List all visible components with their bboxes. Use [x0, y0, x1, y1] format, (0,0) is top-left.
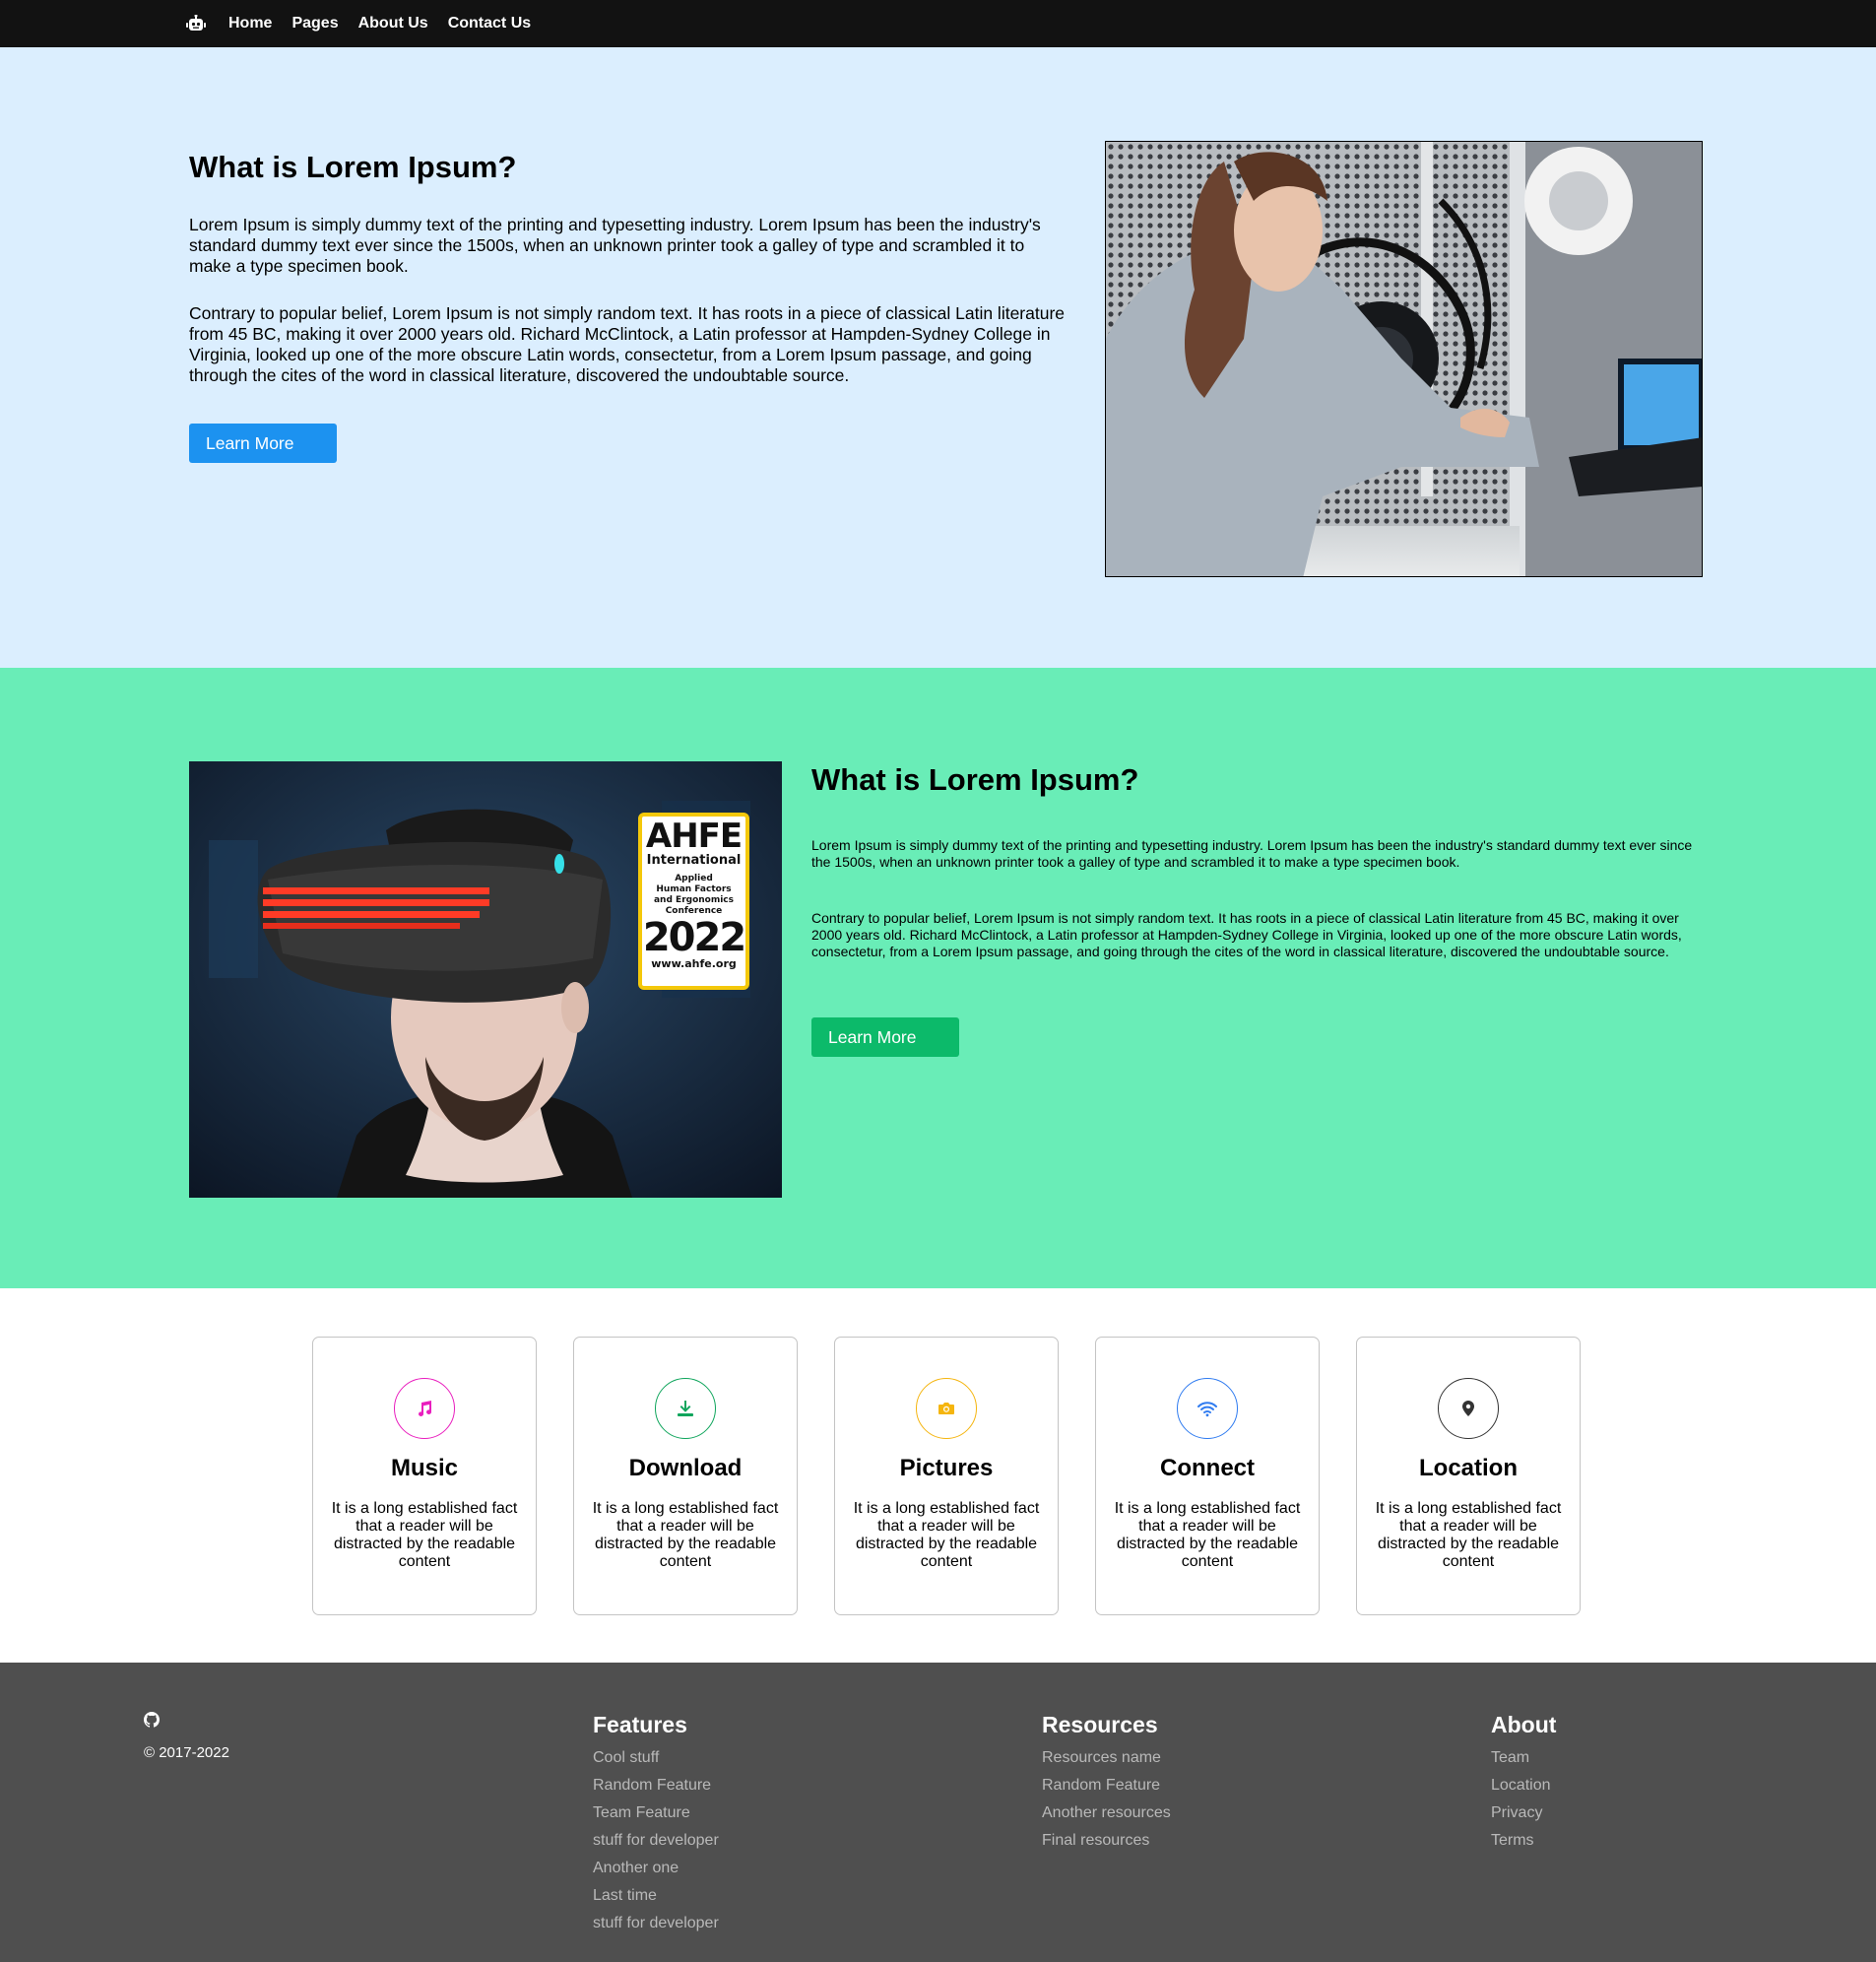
- music-note-icon: [394, 1378, 455, 1439]
- nav-link-about-us[interactable]: About Us: [358, 15, 428, 33]
- hero-1-text: What is Lorem Ipsum? Lorem Ipsum is simp…: [189, 150, 1066, 463]
- footer-column-resources: Resources Resources name Random Feature …: [1042, 1712, 1171, 1855]
- feature-card-location[interactable]: Location It is a long established fact t…: [1356, 1337, 1581, 1615]
- feature-card-connect[interactable]: Connect It is a long established fact th…: [1095, 1337, 1320, 1615]
- feature-card-title: Location: [1419, 1455, 1518, 1481]
- nav-link-pages[interactable]: Pages: [291, 15, 338, 33]
- footer-link[interactable]: Location: [1491, 1772, 1556, 1799]
- footer-link[interactable]: Team Feature: [593, 1799, 719, 1827]
- feature-card-text: It is a long established fact that a rea…: [592, 1500, 779, 1570]
- footer-link[interactable]: Privacy: [1491, 1799, 1556, 1827]
- footer-link[interactable]: Resources name: [1042, 1744, 1171, 1772]
- footer-column-title: Features: [593, 1712, 687, 1737]
- feature-card-pictures[interactable]: Pictures It is a long established fact t…: [834, 1337, 1059, 1615]
- wifi-icon: [1177, 1378, 1238, 1439]
- hero-2-paragraph-2: Contrary to popular belief, Lorem Ipsum …: [811, 910, 1682, 959]
- feature-card-text: It is a long established fact that a rea…: [1375, 1500, 1562, 1570]
- hero-section-1: What is Lorem Ipsum? Lorem Ipsum is simp…: [0, 47, 1876, 668]
- nav-link-contact-us[interactable]: Contact Us: [448, 15, 531, 33]
- badge-line-1: Applied: [675, 874, 713, 883]
- download-icon: [655, 1378, 716, 1439]
- footer-link[interactable]: Terms: [1491, 1827, 1556, 1855]
- hero-2-title: What is Lorem Ipsum?: [811, 762, 1139, 797]
- feature-card-title: Music: [390, 1455, 458, 1481]
- footer-brand: © 2017-2022: [144, 1712, 229, 1761]
- footer-column-features: Features Cool stuff Random Feature Team …: [593, 1712, 719, 1937]
- footer-link[interactable]: Last time: [593, 1882, 719, 1910]
- footer-link[interactable]: Another resources: [1042, 1799, 1171, 1827]
- feature-card-text: It is a long established fact that a rea…: [1114, 1500, 1301, 1570]
- badge-subtitle: International: [646, 853, 742, 868]
- footer-link[interactable]: stuff for developer: [593, 1910, 719, 1937]
- hero-1-title: What is Lorem Ipsum?: [189, 150, 517, 184]
- nav-link-home[interactable]: Home: [228, 15, 272, 33]
- footer-column-title: About: [1491, 1712, 1557, 1737]
- feature-card-title: Pictures: [899, 1455, 994, 1481]
- hero-1-paragraph-1: Lorem Ipsum is simply dummy text of the …: [189, 215, 1041, 276]
- github-icon[interactable]: [144, 1712, 161, 1728]
- badge-name: AHFE: [645, 817, 743, 856]
- feature-card-download[interactable]: Download It is a long established fact t…: [573, 1337, 798, 1615]
- hero-section-2: AHFE International Applied Human Factors…: [0, 668, 1876, 1288]
- copyright-text: © 2017-2022: [144, 1744, 229, 1761]
- badge-url: www.ahfe.org: [651, 957, 737, 970]
- feature-card-text: It is a long established fact that a rea…: [853, 1500, 1040, 1570]
- footer-link[interactable]: Another one: [593, 1855, 719, 1882]
- hero-2-text: What is Lorem Ipsum? Lorem Ipsum is simp…: [811, 762, 1698, 1057]
- hero-1-paragraph-2: Contrary to popular belief, Lorem Ipsum …: [189, 303, 1066, 385]
- badge-line-3: and Ergonomics: [653, 895, 734, 905]
- footer-link[interactable]: Team: [1491, 1744, 1556, 1772]
- top-navbar: Home Pages About Us Contact Us: [0, 0, 1876, 47]
- footer-link[interactable]: Random Feature: [1042, 1772, 1171, 1799]
- feature-card-title: Download: [628, 1455, 743, 1481]
- engineer-lab-photo: [1105, 141, 1703, 577]
- feature-card-title: Connect: [1160, 1455, 1255, 1481]
- feature-card-text: It is a long established fact that a rea…: [331, 1500, 518, 1570]
- robot-icon[interactable]: [185, 13, 207, 34]
- learn-more-button[interactable]: Learn More: [189, 424, 337, 463]
- footer-link[interactable]: stuff for developer: [593, 1827, 719, 1855]
- ahfe-2022-badge: AHFE International Applied Human Factors…: [638, 813, 749, 990]
- camera-icon: [916, 1378, 977, 1439]
- footer-link[interactable]: Final resources: [1042, 1827, 1171, 1855]
- footer: © 2017-2022 Features Cool stuff Random F…: [0, 1663, 1876, 1962]
- learn-more-button-2[interactable]: Learn More: [811, 1017, 959, 1057]
- feature-cards-section: Music It is a long established fact that…: [0, 1288, 1876, 1663]
- footer-column-about: About Team Location Privacy Terms: [1491, 1712, 1556, 1855]
- footer-link[interactable]: Cool stuff: [593, 1744, 719, 1772]
- hero-2-paragraph-1: Lorem Ipsum is simply dummy text of the …: [811, 837, 1693, 870]
- vr-headset-photo: AHFE International Applied Human Factors…: [189, 761, 782, 1198]
- badge-year: 2022: [642, 915, 746, 960]
- badge-line-2: Human Factors: [656, 884, 732, 894]
- location-pin-icon: [1438, 1378, 1499, 1439]
- feature-card-music[interactable]: Music It is a long established fact that…: [312, 1337, 537, 1615]
- footer-column-title: Resources: [1042, 1712, 1158, 1737]
- footer-link[interactable]: Random Feature: [593, 1772, 719, 1799]
